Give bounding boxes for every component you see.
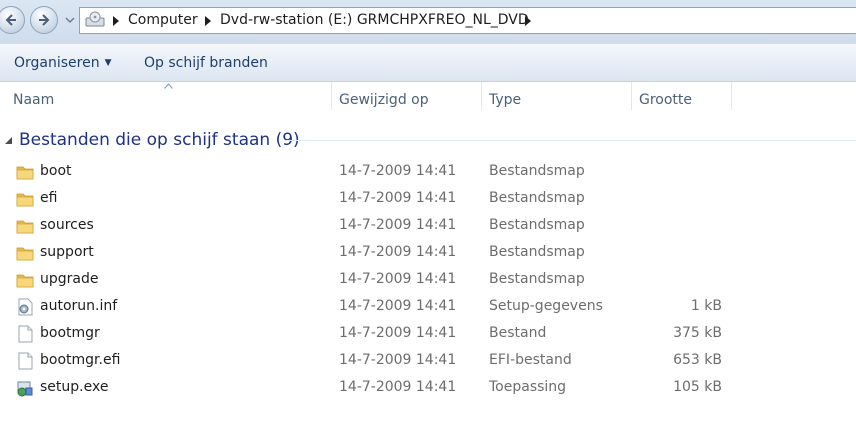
file-row[interactable]: boot 14-7-2009 14:41 Bestandsmap	[0, 159, 856, 186]
file-modified: 14-7-2009 14:41	[339, 352, 457, 368]
forward-arrow-icon	[39, 14, 50, 26]
file-name[interactable]: bootmgr	[40, 325, 100, 341]
file-modified: 14-7-2009 14:41	[339, 244, 457, 260]
column-type[interactable]: Type	[482, 82, 632, 110]
file-row[interactable]: autorun.inf 14-7-2009 14:41 Setup-gegevens…	[0, 294, 856, 321]
chevron-down-icon[interactable]	[64, 14, 76, 26]
folder-icon	[16, 163, 34, 181]
breadcrumb-drive[interactable]: Dvd-rw-station (E:) GRMCHPXFREO_NL_DVD	[220, 12, 529, 28]
file-icon	[16, 325, 34, 343]
file-type: Toepassing	[489, 379, 567, 395]
file-type: Bestand	[489, 325, 547, 341]
setup-exe-icon	[16, 379, 34, 397]
back-arrow-icon	[5, 14, 16, 26]
breadcrumb-computer[interactable]: Computer	[128, 12, 198, 28]
drive-icon	[85, 11, 105, 27]
file-row[interactable]: support 14-7-2009 14:41 Bestandsmap	[0, 240, 856, 267]
organize-button[interactable]: Organiseren ▼	[14, 55, 112, 71]
file-name[interactable]: setup.exe	[40, 379, 108, 395]
folder-icon	[16, 190, 34, 208]
group-header[interactable]: Bestanden die op schijf staan (9)	[0, 128, 856, 154]
folder-icon	[16, 244, 34, 262]
folder-icon	[16, 217, 34, 235]
chevron-down-icon: ▼	[104, 58, 112, 68]
file-size: 105 kB	[673, 379, 722, 395]
file-type: EFI-bestand	[489, 352, 572, 368]
file-name[interactable]: support	[40, 244, 94, 260]
file-modified: 14-7-2009 14:41	[339, 271, 457, 287]
collapse-triangle-icon[interactable]	[4, 136, 13, 145]
file-row[interactable]: setup.exe 14-7-2009 14:41 Toepassing 105 kB	[0, 375, 856, 402]
file-type: Bestandsmap	[489, 163, 585, 179]
file-type: Bestandsmap	[489, 190, 585, 206]
file-size: 375 kB	[673, 325, 722, 341]
breadcrumb-arrow-icon[interactable]	[112, 16, 120, 26]
file-row[interactable]: sources 14-7-2009 14:41 Bestandsmap	[0, 213, 856, 240]
command-bar: Organiseren ▼ Op schijf branden	[0, 44, 856, 82]
organize-label: Organiseren	[14, 55, 100, 71]
burn-to-disc-button[interactable]: Op schijf branden	[144, 55, 268, 71]
file-modified: 14-7-2009 14:41	[339, 325, 457, 341]
file-type: Bestandsmap	[489, 217, 585, 233]
group-divider	[286, 140, 856, 141]
file-row[interactable]: efi 14-7-2009 14:41 Bestandsmap	[0, 186, 856, 213]
file-row[interactable]: bootmgr.efi 14-7-2009 14:41 EFI-bestand 653…	[0, 348, 856, 375]
column-modified[interactable]: Gewijzigd op	[332, 82, 482, 110]
file-name[interactable]: sources	[40, 217, 94, 233]
breadcrumb-arrow-icon[interactable]	[204, 16, 212, 26]
file-name[interactable]: boot	[40, 163, 72, 179]
file-size: 1 kB	[690, 298, 722, 314]
file-name[interactable]: upgrade	[40, 271, 98, 287]
file-icon	[16, 352, 34, 370]
file-row[interactable]: upgrade 14-7-2009 14:41 Bestandsmap	[0, 267, 856, 294]
file-type: Setup-gegevens	[489, 298, 603, 314]
column-name[interactable]: Naam	[6, 82, 332, 110]
forward-button[interactable]	[30, 6, 58, 34]
file-modified: 14-7-2009 14:41	[339, 190, 457, 206]
file-name[interactable]: efi	[40, 190, 57, 206]
breadcrumb-arrow-icon[interactable]	[524, 16, 532, 26]
column-header-row: Naam Gewijzigd op Type Grootte	[0, 82, 856, 118]
column-size[interactable]: Grootte	[632, 82, 732, 110]
file-modified: 14-7-2009 14:41	[339, 379, 457, 395]
file-name[interactable]: bootmgr.efi	[40, 352, 120, 368]
folder-icon	[16, 271, 34, 289]
file-size: 653 kB	[673, 352, 722, 368]
settings-file-icon	[16, 298, 34, 316]
file-modified: 14-7-2009 14:41	[339, 217, 457, 233]
file-modified: 14-7-2009 14:41	[339, 298, 457, 314]
file-modified: 14-7-2009 14:41	[339, 163, 457, 179]
file-type: Bestandsmap	[489, 271, 585, 287]
address-box[interactable]: Computer Dvd-rw-station (E:) GRMCHPXFREO…	[79, 7, 856, 34]
file-type: Bestandsmap	[489, 244, 585, 260]
group-title: Bestanden die op schijf staan (9)	[19, 130, 300, 150]
file-name[interactable]: autorun.inf	[40, 298, 117, 314]
address-bar-area: Computer Dvd-rw-station (E:) GRMCHPXFREO…	[0, 0, 856, 44]
back-button[interactable]	[0, 6, 25, 34]
file-row[interactable]: bootmgr 14-7-2009 14:41 Bestand 375 kB	[0, 321, 856, 348]
